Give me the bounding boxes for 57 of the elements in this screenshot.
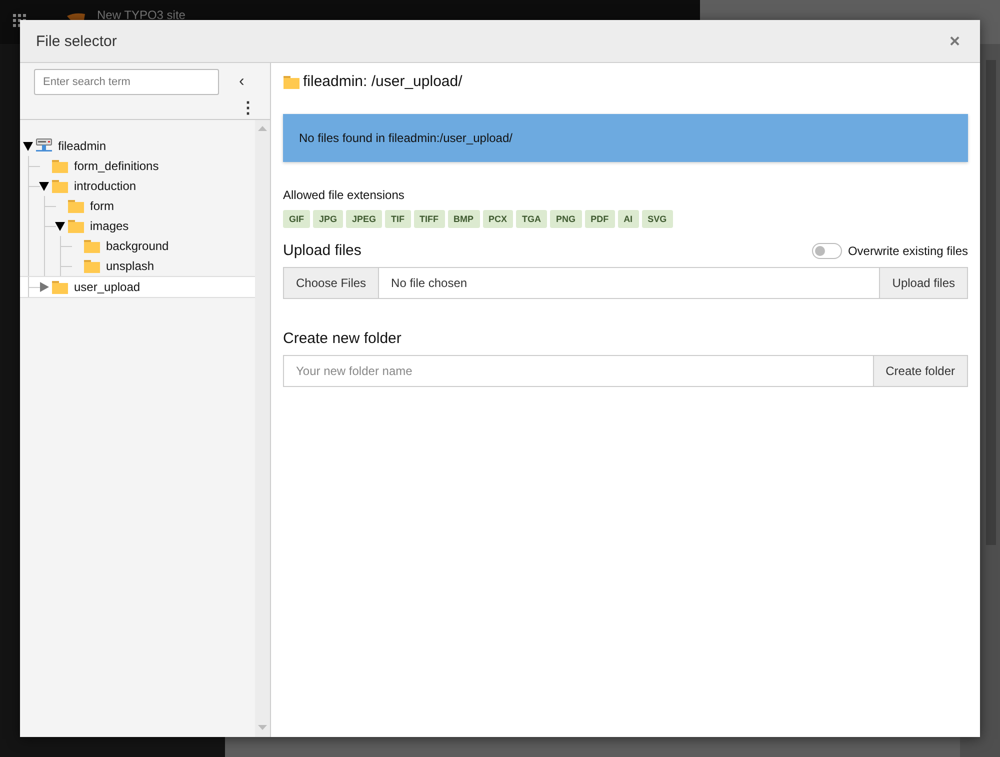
tree-node[interactable]: fileadmin — [20, 136, 255, 156]
tree-node[interactable]: form — [20, 196, 255, 216]
tree-node-label: unsplash — [106, 259, 154, 273]
section-heading: Create new folder — [283, 330, 402, 347]
extension-tag: SVG — [642, 210, 673, 228]
close-button[interactable]: × — [945, 30, 964, 52]
info-message: No files found in fileadmin:/user_upload/ — [283, 114, 968, 162]
folder-icon — [283, 74, 300, 88]
collapse-button[interactable]: ‹ — [233, 73, 250, 91]
tree-node-label: background — [106, 239, 169, 253]
section-heading: Upload files — [283, 242, 362, 259]
extension-tag: GIF — [283, 210, 310, 228]
extension-tag: JPG — [313, 210, 344, 228]
toggle-label: Overwrite existing files — [848, 244, 968, 258]
storage-icon — [36, 138, 52, 154]
folder-icon — [52, 280, 68, 294]
folder-icon — [84, 259, 100, 273]
tree-node[interactable]: introduction — [20, 176, 255, 196]
collapsed-triangle-icon[interactable] — [38, 281, 50, 293]
folder-icon — [68, 199, 84, 213]
folder-icon — [68, 219, 84, 233]
search-field[interactable]: Enter search term — [34, 69, 219, 95]
extension-tag: AI — [618, 210, 639, 228]
create-folder-button[interactable]: Create folder — [874, 355, 968, 387]
folder-name-field[interactable]: Your new folder name — [283, 355, 874, 387]
extension-tag: BMP — [448, 210, 480, 228]
toggle-switch[interactable] — [812, 243, 842, 259]
extension-tag: TIFF — [414, 210, 445, 228]
site-name: New TYPO3 site — [97, 8, 186, 22]
extension-tag: PCX — [482, 210, 514, 228]
extension-tag: PNG — [550, 210, 582, 228]
upload-files-button[interactable]: Upload files — [879, 268, 967, 298]
tree-node[interactable]: background — [20, 236, 255, 256]
menu-button[interactable]: ⋮ — [234, 101, 262, 117]
extension-tag: TIF — [385, 210, 411, 228]
tree-node-label: fileadmin — [58, 139, 106, 153]
folder-path-title: fileadmin: /user_upload/ — [303, 73, 462, 90]
tree-node[interactable]: form_definitions — [20, 156, 255, 176]
folder-icon — [52, 159, 68, 173]
extension-tag: TGA — [516, 210, 548, 228]
expanded-triangle-icon[interactable] — [54, 220, 66, 232]
expanded-triangle-icon[interactable] — [38, 180, 50, 192]
tree-node-label: images — [90, 219, 129, 233]
folder-icon — [52, 179, 68, 193]
extensions-label: Allowed file extensions — [283, 188, 406, 202]
extension-tag: PDF — [584, 210, 615, 228]
choose-files-button[interactable]: Choose Files — [284, 268, 378, 298]
tree-node[interactable]: images — [20, 216, 255, 236]
tree-node-label: form — [90, 199, 114, 213]
folder-icon — [84, 239, 100, 253]
expanded-triangle-icon[interactable] — [22, 140, 34, 152]
extension-tag: JPEG — [346, 210, 382, 228]
tree-node[interactable]: user_upload — [20, 276, 255, 298]
tree-node-label: form_definitions — [74, 159, 159, 173]
tree-node-label: user_upload — [74, 280, 140, 294]
tree-node-label: introduction — [74, 179, 136, 193]
modal-title: File selector — [36, 32, 117, 50]
